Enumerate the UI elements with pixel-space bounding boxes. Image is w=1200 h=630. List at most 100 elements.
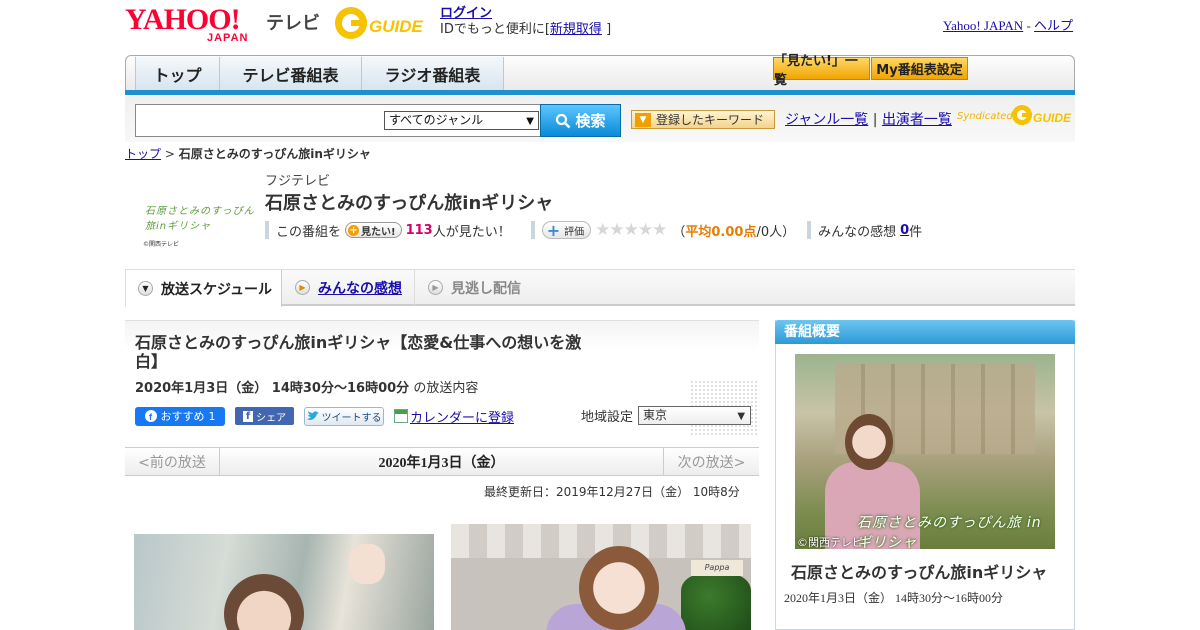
my-schedule-settings-button[interactable]: My番組表設定 [871,57,968,80]
episode-datetime-value: 2020年1月3日（金） 14時30分～16時00分 [135,381,410,396]
nav-tab-radio-schedule[interactable]: ラジオ番組表 [362,57,504,91]
syndicated-gguide-logo: Syndicated GUIDE [957,103,1072,127]
nav-divider [125,90,1075,95]
mitai-count: 113 [405,222,433,238]
episode-title: 石原さとみのすっぴん旅inギリシャ【恋愛&仕事への想いを激白】 [135,333,582,371]
rate-button[interactable]: + 評価 [541,220,592,240]
syndicated-label: Syndicated [957,111,1013,122]
breadcrumb-top[interactable]: トップ [125,147,161,161]
program-tabs: ▼ 放送スケジュール ▶ みんなの感想 ▶ 見逃し配信 [125,269,1075,307]
tab-impressions[interactable]: ▶ みんなの感想 [283,270,415,305]
yahoo-japan-link[interactable]: Yahoo! JAPAN [943,18,1023,33]
genre-selected: すべてのジャンル [389,113,484,127]
genre-select[interactable]: すべてのジャンル ▼ [384,111,539,130]
photo-copyright: ©関西テレビ [797,536,863,549]
episode-photo-1 [134,534,434,630]
registered-keyword-button[interactable]: ▼ 登録したキーワード [631,110,775,129]
facebook-share-label: シェア [256,412,287,424]
episode-datetime: 2020年1月3日（金） 14時30分～16時00分 の放送内容 [135,377,478,396]
calendar-icon [394,409,408,423]
program-thumbnail-copyright: ©関西テレビ [143,241,180,248]
photo-subject [224,574,304,630]
facebook-icon: f [144,410,157,422]
program-overview-header: 番組概要 [775,320,1075,344]
divider [265,221,269,239]
login-link[interactable]: ログイン [440,6,492,21]
main-nav: トップ テレビ番組表 ラジオ番組表 「見たい!」一覧 My番組表設定 [125,54,1075,92]
svg-text:GUIDE: GUIDE [1033,111,1072,125]
channel-name: フジテレビ [265,174,331,189]
chevron-down-icon: ▼ [138,281,153,296]
nav-tab-tv-schedule[interactable]: テレビ番組表 [220,57,362,91]
facebook-icon: f [242,410,254,422]
program-thumbnail: 石原さとみのすっぴん旅inギリシャ ©関西テレビ [130,187,255,248]
help-link[interactable]: ヘルプ [1034,18,1073,33]
facebook-recommend-button[interactable]: f おすすめ 1 [135,406,225,426]
current-broadcast-date: 2020年1月3日（金） [378,455,505,471]
gguide-logo[interactable]: GUIDE [333,5,433,41]
nav-tab-top[interactable]: トップ [135,57,220,91]
program-overview-title: 石原さとみのすっぴん旅inギリシャ [791,563,1048,582]
header-link-separator: - [1026,18,1031,33]
yahoo-japan-logo[interactable]: YAHOO! JAPAN [125,3,265,45]
region-label: 地域設定 [581,410,634,425]
mitai-suffix: 人が見たい！ [432,224,511,240]
tweet-button[interactable]: ツイートする [304,406,384,426]
tweet-label: ツイートする [321,412,382,424]
performer-list-link[interactable]: 出演者一覧 [882,112,952,128]
impressions-count-link[interactable]: 0 [900,223,909,238]
episode-datetime-suffix: の放送内容 [413,381,479,396]
breadcrumb-separator: > [164,147,175,161]
facebook-recommend-label: おすすめ [160,410,205,423]
rating-count: /0人） [756,224,796,240]
mitai-button[interactable]: + 見たい! [345,222,402,238]
calendar-register-link[interactable]: カレンダーに登録 [410,407,514,426]
photo-hand [349,544,385,584]
plus-icon: + [546,220,561,240]
photo-subject [579,546,659,630]
region-select[interactable]: 東京 ▼ [638,406,752,425]
impressions-suffix: 件 [909,224,923,240]
tv-label: テレビ [266,13,320,34]
tab-schedule[interactable]: ▼ 放送スケジュール [125,270,282,307]
gguide-logo-icon: GUIDE [335,7,424,39]
triangle-down-icon: ▼ [635,112,651,127]
search-button[interactable]: 検索 [540,104,621,137]
breadcrumb: トップ > 石原さとみのすっぴん旅inギリシャ [125,145,371,162]
yahoo-logo-text: YAHOO! [125,3,241,36]
region-setting: 地域設定 東京 ▼ [581,406,752,425]
prev-broadcast-link[interactable]: <前の放送 [125,448,220,475]
login-prompt-suffix: ] [606,22,612,37]
rate-button-label: 評価 [564,226,585,238]
login-box: ログイン IDでもっと便利に[新規取得 ] [440,6,611,38]
search-button-label: 検索 [575,112,606,130]
facebook-share-button[interactable]: f シェア [235,407,294,425]
program-overview-photo: 石原さとみのすっぴん旅 in ギリシャ ©関西テレビ [795,354,1055,549]
next-broadcast-link[interactable]: 次の放送> [663,448,759,475]
twitter-bird-icon [306,411,319,420]
signup-link[interactable]: 新規取得 [550,22,602,37]
impressions-label: みんなの感想 [818,224,897,240]
mitai-list-button[interactable]: 「見たい!」一覧 [773,54,870,88]
program-thumbnail-text: 石原さとみのすっぴん旅inギリシャ [145,206,255,232]
program-title: 石原さとみのすっぴん旅inギリシャ [265,193,554,214]
share-row: f おすすめ 1 f シェア ツイートする カレンダーに登録 [135,406,514,426]
breadcrumb-current: 石原さとみのすっぴん旅inギリシャ [178,147,371,161]
chevron-down-icon: ▼ [526,116,534,127]
registered-keyword-label: 登録したキーワード [656,113,765,127]
photo-caption: 石原さとみのすっぴん旅 in ギリシャ [857,515,1042,549]
gguide-small-icon: GUIDE [1012,105,1072,125]
play-icon: ▶ [295,280,310,295]
genre-list-link[interactable]: ジャンル一覧 [785,112,868,128]
episode-photo-2: Pappa [451,524,751,630]
rating-stars[interactable]: ★★★★★ [595,220,667,240]
chevron-down-icon: ▼ [737,411,746,422]
average-rating: 平均0.00点 [685,224,757,240]
yahoo-logo-sub: JAPAN [207,32,249,44]
photo-plant [681,574,751,630]
tab-missed-streaming[interactable]: ▶ 見逃し配信 [416,270,556,305]
last-updated: 最終更新日：2019年12月27日（金） 10時8分 [484,485,740,499]
search-links: ジャンル一覧 | 出演者一覧 [785,109,952,129]
program-overview-time: 2020年1月3日（金） 14時30分～16時00分 [784,591,1004,605]
this-program-label: この番組を [276,224,342,240]
